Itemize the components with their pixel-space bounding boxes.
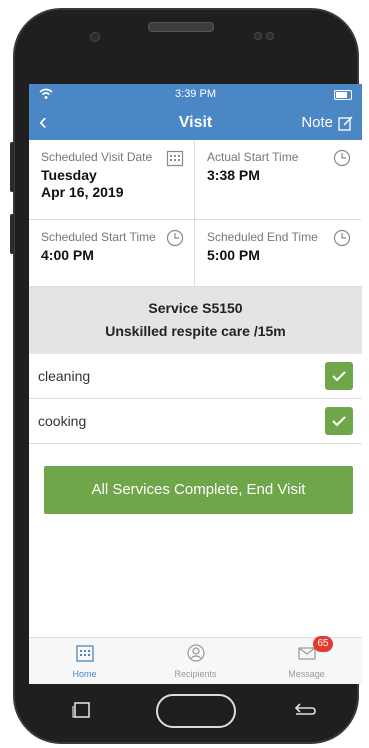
- recent-apps-icon[interactable]: [72, 701, 92, 719]
- task-row: cleaning: [29, 354, 362, 399]
- task-checkbox[interactable]: [325, 362, 353, 390]
- side-button-left-lower: [10, 214, 14, 254]
- battery-icon: [334, 90, 352, 100]
- task-name: cooking: [38, 413, 87, 429]
- task-row: cooking: [29, 399, 362, 444]
- clock-icon: [166, 229, 184, 247]
- scheduled-start-label: Scheduled Start Time: [41, 230, 156, 244]
- service-description: Unskilled respite care /15m: [105, 323, 286, 339]
- clock-icon: [333, 149, 351, 167]
- message-count-badge: 65: [313, 636, 333, 652]
- scheduled-visit-date-label: Scheduled Visit Date: [41, 150, 153, 164]
- service-code: Service S5150: [148, 300, 243, 316]
- edit-note-icon: [338, 115, 353, 131]
- service-header: Service S5150 Unskilled respite care /15…: [29, 287, 362, 354]
- actual-start-time: Actual Start Time 3:38 PM: [195, 140, 361, 220]
- tab-message[interactable]: 65 Message: [251, 636, 362, 684]
- status-time: 3:39 PM: [175, 88, 216, 100]
- tab-bar: Home Recipients 65 Message: [29, 636, 362, 684]
- scheduled-end-value: 5:00 PM: [207, 247, 260, 263]
- task-checkbox[interactable]: [325, 407, 353, 435]
- task-name: cleaning: [38, 368, 91, 384]
- end-visit-button[interactable]: All Services Complete, End Visit: [44, 466, 353, 514]
- tab-home-label: Home: [72, 669, 97, 679]
- tab-message-label: Message: [288, 669, 325, 679]
- actual-start-value: 3:38 PM: [207, 167, 260, 183]
- actual-start-label: Actual Start Time: [207, 150, 299, 164]
- status-bar: 3:39 PM: [29, 84, 362, 106]
- checkmark-icon: [332, 416, 346, 427]
- scheduled-start-value: 4:00 PM: [41, 247, 94, 263]
- camera-icon: [90, 32, 100, 42]
- sensor-icon: [266, 32, 274, 40]
- person-icon: [186, 644, 205, 662]
- side-button-left: [10, 142, 14, 192]
- scheduled-start-time: Scheduled Start Time 4:00 PM: [29, 220, 195, 286]
- nav-bar: ‹ Visit Note: [29, 106, 362, 140]
- scheduled-visit-date-value: Apr 16, 2019: [41, 184, 124, 200]
- scheduled-visit-day: Tuesday: [41, 167, 97, 183]
- tab-recipients[interactable]: Recipients: [140, 638, 251, 684]
- sensor-icon: [254, 32, 262, 40]
- scheduled-end-label: Scheduled End Time: [207, 230, 318, 244]
- clock-icon: [333, 229, 351, 247]
- scheduled-visit-date: Scheduled Visit Date Tuesday Apr 16, 201…: [29, 140, 195, 220]
- app-screen: 3:39 PM ‹ Visit Note Scheduled Visit Dat…: [29, 84, 362, 684]
- earpiece-speaker: [148, 22, 214, 32]
- back-arrow-icon[interactable]: [290, 700, 318, 720]
- calendar-icon: [75, 645, 94, 662]
- tab-recipients-label: Recipients: [174, 669, 217, 679]
- scheduled-end-time: Scheduled End Time 5:00 PM: [195, 220, 361, 286]
- note-button[interactable]: Note: [301, 114, 354, 131]
- note-label: Note: [301, 114, 333, 131]
- calendar-icon: [166, 150, 184, 167]
- checkmark-icon: [332, 371, 346, 382]
- visit-details: Scheduled Visit Date Tuesday Apr 16, 201…: [29, 140, 362, 287]
- home-button[interactable]: [156, 694, 236, 728]
- tab-home[interactable]: Home: [29, 638, 140, 684]
